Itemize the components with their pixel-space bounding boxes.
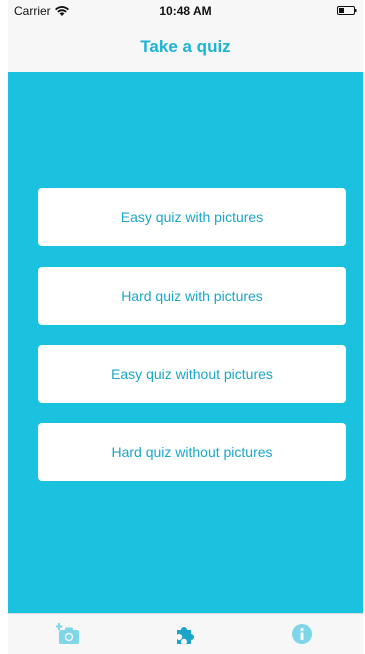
page-title: Take a quiz <box>140 37 231 56</box>
quiz-selection-area: Easy quiz with pictures Hard quiz with p… <box>8 72 363 613</box>
easy-quiz-with-pictures-button[interactable]: Easy quiz with pictures <box>38 188 346 246</box>
puzzle-icon <box>177 627 194 644</box>
tab-add-photo[interactable] <box>10 614 128 654</box>
tab-bar <box>8 613 363 654</box>
app-screen: Carrier 10:48 AM Take a quiz Easy quiz w… <box>8 0 363 654</box>
add-photo-icon <box>56 623 79 644</box>
status-bar: Carrier 10:48 AM <box>8 0 363 22</box>
battery-icon <box>337 6 357 15</box>
hard-quiz-with-pictures-button[interactable]: Hard quiz with pictures <box>38 267 346 325</box>
navigation-bar: Take a quiz <box>8 22 363 73</box>
tab-quiz[interactable] <box>126 614 244 654</box>
info-icon <box>292 624 312 644</box>
hard-quiz-without-pictures-button[interactable]: Hard quiz without pictures <box>38 423 346 481</box>
status-time: 10:48 AM <box>159 4 212 18</box>
tab-info[interactable] <box>243 614 361 654</box>
easy-quiz-without-pictures-button[interactable]: Easy quiz without pictures <box>38 345 346 403</box>
